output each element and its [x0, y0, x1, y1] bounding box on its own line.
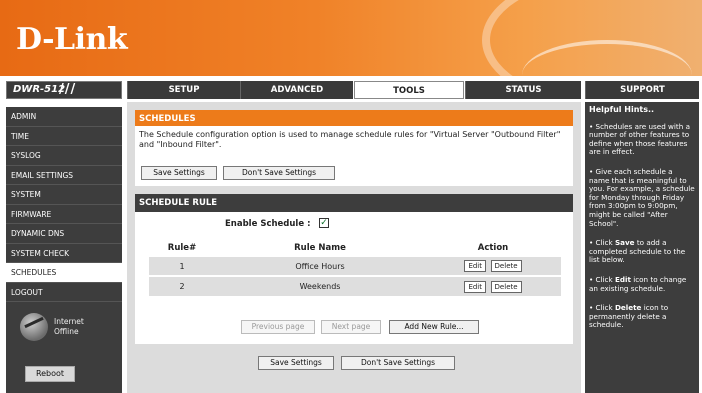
dlink-logo: D-Link: [16, 22, 128, 57]
hints-title: Helpful Hints..: [589, 105, 655, 114]
enable-schedule-label: Enable Schedule :: [225, 219, 311, 229]
helpful-hints-panel: Helpful Hints.. • Schedules are used wit…: [585, 102, 699, 393]
rule-actions: Edit Delete: [425, 255, 561, 276]
tab-setup[interactable]: SETUP: [127, 81, 240, 99]
hint-text: • Click Edit icon to change an existing …: [589, 275, 695, 293]
edit-button[interactable]: Edit: [464, 280, 486, 293]
sidebar-item-time[interactable]: TIME: [6, 127, 122, 146]
enable-schedule-checkbox[interactable]: ✓: [319, 218, 329, 228]
tab-status[interactable]: STATUS: [465, 81, 581, 99]
delete-button[interactable]: Delete: [490, 260, 522, 272]
sidebar-item-system-check[interactable]: SYSTEM CHECK: [6, 244, 122, 263]
hint-text: • Click Save to add a completed schedule…: [589, 238, 695, 265]
schedules-title: SCHEDULES: [135, 110, 573, 126]
nav-bar: DWR-512 /// SETUP ADVANCED TOOLS STATUS …: [0, 76, 702, 102]
rule-number: 1: [149, 255, 215, 276]
edit-button[interactable]: Edit: [464, 260, 486, 272]
hint-text: • Click Delete icon to permanently delet…: [589, 303, 695, 330]
main-content: SCHEDULES The Schedule configuration opt…: [127, 102, 581, 393]
reboot-button[interactable]: Reboot: [25, 366, 75, 382]
model-bars-decoration: ///: [59, 82, 77, 97]
sidebar-item-admin[interactable]: ADMIN: [6, 107, 122, 127]
sidebar-item-dynamic-dns[interactable]: DYNAMIC DNS: [6, 224, 122, 244]
save-settings-button-top[interactable]: Save Settings: [141, 166, 217, 180]
sidebar: ADMIN TIME SYSLOG EMAIL SETTINGS SYSTEM …: [6, 107, 122, 393]
save-settings-button-bottom[interactable]: Save Settings: [258, 356, 334, 370]
schedule-rule-title: SCHEDULE RULE: [135, 194, 573, 212]
sidebar-item-logout[interactable]: LOGOUT: [6, 283, 122, 302]
rule-actions: Edit Delete: [425, 275, 561, 296]
next-page-button[interactable]: Next page: [321, 320, 381, 334]
internet-status: Internet Offline: [20, 309, 110, 345]
sidebar-item-email-settings[interactable]: EMAIL SETTINGS: [6, 166, 122, 185]
column-action: Action: [425, 240, 561, 256]
hint-text: • Give each schedule a name that is mean…: [589, 166, 695, 228]
model-name: DWR-512: [13, 84, 66, 95]
internet-label: Internet: [54, 317, 84, 326]
rule-name: Weekends: [215, 275, 425, 296]
column-rule-number: Rule#: [149, 240, 215, 256]
dont-save-settings-button-top[interactable]: Don't Save Settings: [223, 166, 335, 180]
header-banner: D-Link: [0, 0, 702, 76]
sidebar-item-firmware[interactable]: FIRMWARE: [6, 205, 122, 224]
hint-text: • Schedules are used with a number of ot…: [589, 121, 690, 157]
tab-tools[interactable]: TOOLS: [354, 81, 464, 99]
tab-support[interactable]: SUPPORT: [585, 81, 699, 99]
dont-save-settings-button-bottom[interactable]: Don't Save Settings: [341, 356, 455, 370]
table-header-row: Rule# Rule Name Action: [149, 240, 561, 256]
add-new-rule-button[interactable]: Add New Rule...: [389, 320, 479, 334]
tab-advanced[interactable]: ADVANCED: [240, 81, 353, 99]
rule-number: 2: [149, 275, 215, 296]
rule-name: Office Hours: [215, 255, 425, 276]
schedules-description: The Schedule configuration option is use…: [139, 130, 561, 149]
column-rule-name: Rule Name: [215, 240, 425, 256]
schedule-rules-table: Rule# Rule Name Action 1 Office Hours Ed…: [149, 240, 561, 296]
delete-button[interactable]: Delete: [490, 280, 522, 293]
sidebar-item-system[interactable]: SYSTEM: [6, 185, 122, 205]
table-row: 2 Weekends Edit Delete: [149, 275, 561, 296]
previous-page-button[interactable]: Previous page: [241, 320, 315, 334]
internet-status-text: Internet Offline: [54, 317, 84, 337]
sidebar-item-syslog[interactable]: SYSLOG: [6, 146, 122, 166]
table-row: 1 Office Hours Edit Delete: [149, 255, 561, 276]
sidebar-item-schedules[interactable]: SCHEDULES: [6, 263, 122, 283]
model-label: DWR-512 ///: [6, 81, 122, 99]
offline-label: Offline: [54, 327, 79, 336]
schedules-panel: SCHEDULES The Schedule configuration opt…: [135, 110, 573, 186]
schedule-rule-panel: SCHEDULE RULE Enable Schedule : ✓ Rule# …: [135, 194, 573, 344]
